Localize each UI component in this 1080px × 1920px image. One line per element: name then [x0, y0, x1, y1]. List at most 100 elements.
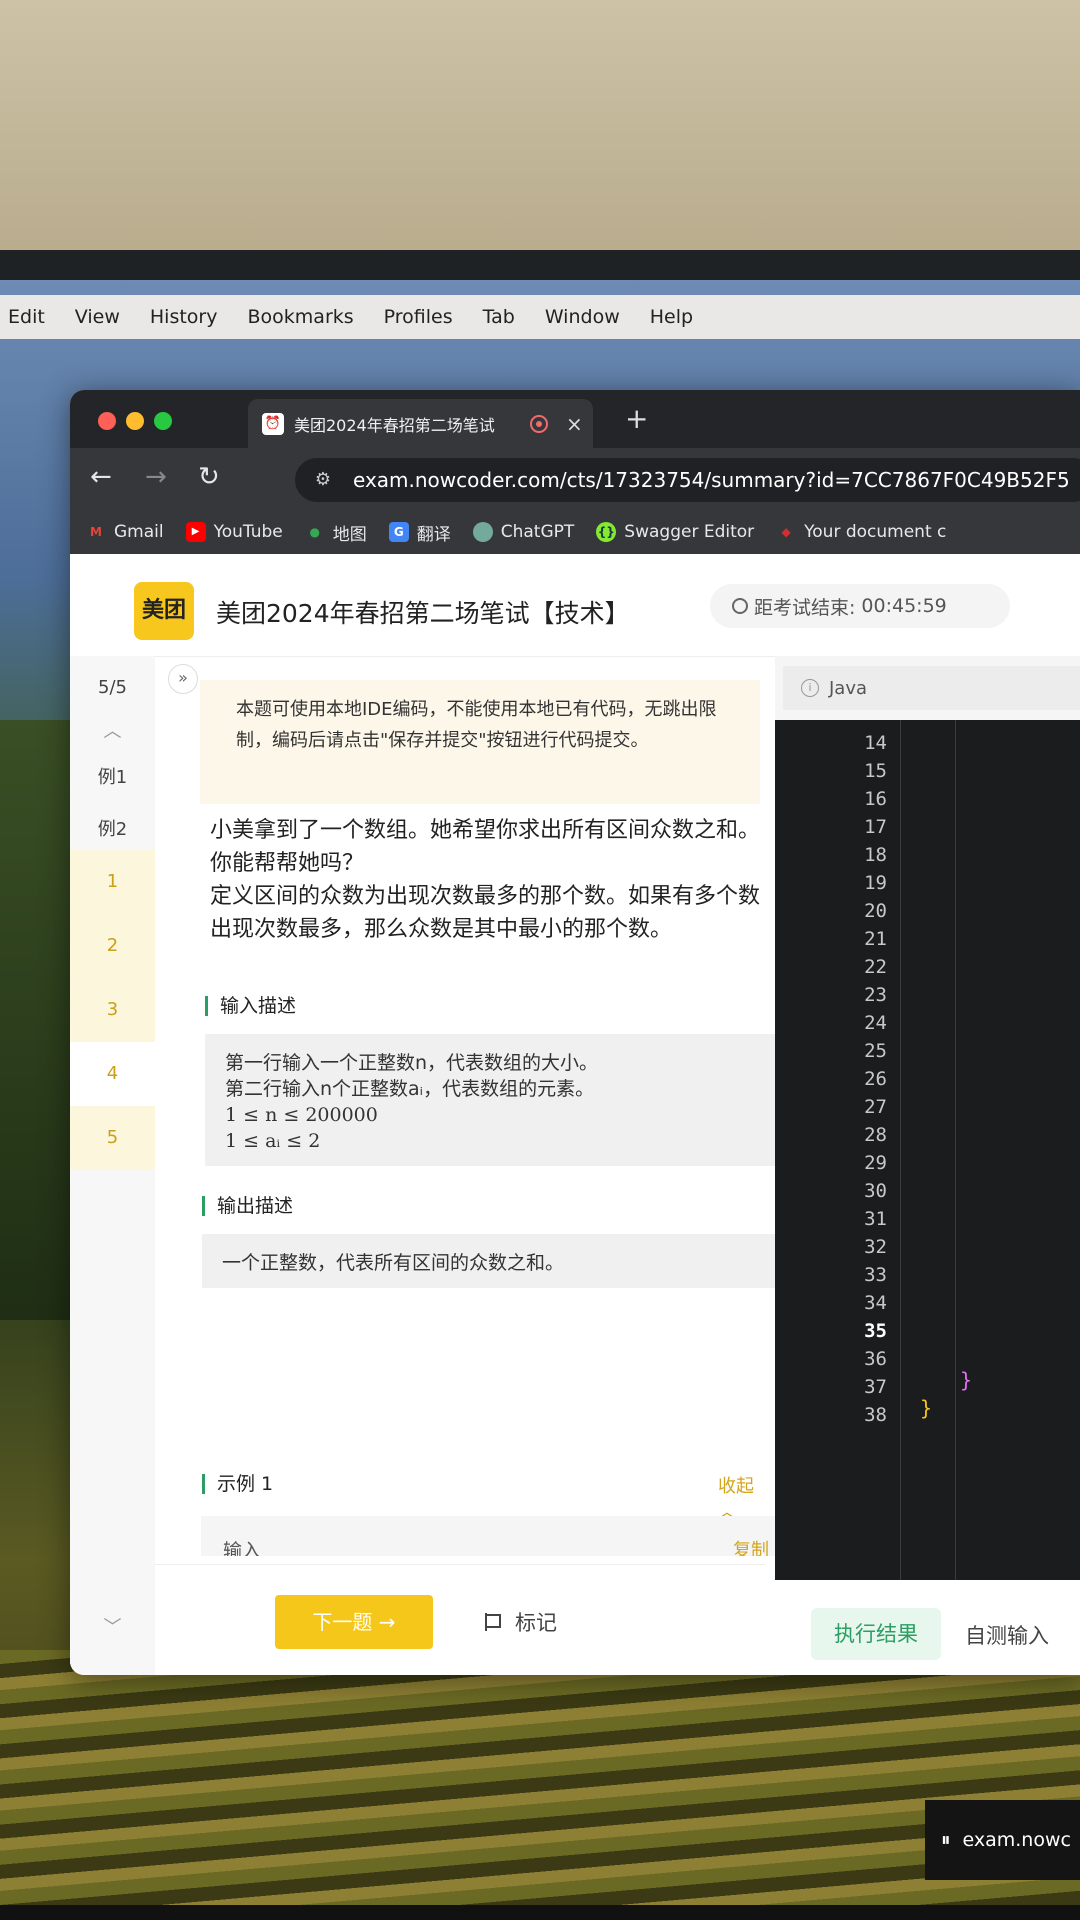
clock-favicon-icon: ⏰ — [262, 412, 284, 435]
chevron-down-icon[interactable]: ﹀ — [70, 1596, 155, 1660]
new-tab-button[interactable]: + — [625, 402, 648, 435]
code-editor-panel: i Java 14 15 16 17 18 19 20 21 22 23 24 25 26 27 28 29 3… — [775, 656, 1080, 1675]
macos-menubar: Edit View History Bookmarks Profiles Tab… — [0, 295, 1080, 339]
gmail-icon: M — [90, 525, 102, 539]
self-test-tab[interactable]: 自测输入 — [965, 1620, 1049, 1650]
translate-icon: G — [388, 522, 409, 542]
chatgpt-icon — [472, 522, 493, 542]
reload-icon[interactable]: ↻ — [198, 462, 220, 492]
language-selector[interactable]: i Java — [783, 666, 1080, 710]
line-number: 14 — [864, 732, 887, 754]
bookmark-gmail[interactable]: M Gmail — [86, 522, 164, 542]
meituan-logo: 美团 — [134, 582, 194, 640]
line-number: 38 — [864, 1404, 887, 1426]
pip-label: exam.nowc — [962, 1829, 1071, 1851]
tab-bar: ⏰ 美团2024年春招第二场笔试 × + — [70, 390, 1080, 448]
menu-history[interactable]: History — [150, 306, 218, 328]
line-number: 18 — [864, 844, 887, 866]
closing-brace: } — [920, 1396, 933, 1420]
bookmark-swagger[interactable]: {} Swagger Editor — [596, 522, 754, 542]
line-number: 30 — [864, 1180, 887, 1202]
screen-share-indicator[interactable]: ⏸ exam.nowc — [925, 1800, 1080, 1880]
tab-close-icon[interactable]: × — [566, 412, 583, 436]
sample-title: 示例 1 — [202, 1474, 273, 1494]
bookmark-label: ChatGPT — [500, 522, 575, 542]
indent-guide — [955, 720, 956, 1580]
line-number: 21 — [864, 928, 887, 950]
bookmark-label: 翻译 — [416, 524, 451, 545]
input-line: 第二行输入n个正整数aᵢ，代表数组的元素。 — [225, 1078, 595, 1100]
bookmark-youtube[interactable]: ▶ YouTube — [185, 522, 283, 542]
line-number: 35 — [864, 1320, 887, 1342]
bookmarks-bar: M Gmail ▶ YouTube ● 地图 G 翻译 ChatGPT {} S… — [70, 510, 1080, 554]
menu-profiles[interactable]: Profiles — [384, 306, 453, 328]
menu-window[interactable]: Window — [545, 306, 620, 328]
close-window-button[interactable] — [98, 412, 116, 430]
exam-page: 美团 美团2024年春招第二场笔试【技术】 距考试结束: 00:45:59 5/… — [70, 554, 1080, 1675]
question-description: 小美拿到了一个数组。她希望你求出所有区间众数之和。你能帮帮她吗？ 定义区间的众数… — [210, 818, 761, 942]
input-line: 1 ≤ aᵢ ≤ 2 — [225, 1130, 321, 1152]
menu-bookmarks[interactable]: Bookmarks — [248, 306, 354, 328]
output-description-title: 输出描述 — [202, 1196, 293, 1216]
input-description-box: 第一行输入一个正整数n，代表数组的大小。 第二行输入n个正整数aᵢ，代表数组的元… — [205, 1034, 775, 1166]
clock-icon — [732, 598, 748, 614]
bookmark-document[interactable]: ◆ Your document c — [776, 522, 947, 542]
copy-button[interactable]: 复制 — [733, 1536, 769, 1556]
back-arrow-icon[interactable]: ← — [90, 462, 112, 492]
countdown-timer: 距考试结束: 00:45:59 — [710, 584, 1010, 628]
flag-icon — [485, 1613, 501, 1631]
bookmark-label: YouTube — [213, 522, 283, 542]
line-number-gutter: 14 15 16 17 18 19 20 21 22 23 24 25 26 27 28 29 30 31 32 33… — [775, 720, 905, 1580]
mark-button[interactable]: 标记 — [485, 1607, 557, 1637]
code-area[interactable]: 14 15 16 17 18 19 20 21 22 23 24 25 26 27 28 29 30 31 32 33… — [775, 720, 1080, 1580]
address-bar[interactable]: ⚙ exam.nowcoder.com/cts/17323754/summary… — [295, 458, 1080, 502]
line-number: 33 — [864, 1264, 887, 1286]
tab-title: 美团2024年春招第二场笔试 — [294, 415, 495, 435]
expand-sidebar-icon[interactable]: » — [168, 664, 198, 694]
browser-toolbar: ← → ↻ ⚙ exam.nowcoder.com/cts/17323754/s… — [70, 448, 1080, 510]
line-number: 17 — [864, 816, 887, 838]
line-number: 22 — [864, 956, 887, 978]
bookmark-label: 地图 — [332, 524, 367, 545]
line-number: 20 — [864, 900, 887, 922]
line-number: 29 — [864, 1152, 887, 1174]
menu-edit[interactable]: Edit — [8, 306, 45, 328]
bookmark-maps[interactable]: ● 地图 — [305, 520, 367, 545]
document-icon: ◆ — [781, 525, 791, 539]
question-content: » 本题可使用本地IDE编码，不能使用本地已有代码，无跳出限制，编码后请点击"保… — [70, 656, 775, 1556]
line-number: 31 — [864, 1208, 887, 1230]
next-question-button[interactable]: 下一题 → — [275, 1595, 433, 1649]
menu-help[interactable]: Help — [650, 306, 693, 328]
timer-value: 00:45:59 — [861, 595, 947, 617]
zoom-window-button[interactable] — [154, 412, 172, 430]
sample-box: 输入 复制 3 — [201, 1516, 775, 1556]
bookmark-translate[interactable]: G 翻译 — [388, 520, 451, 545]
indent-guide — [900, 720, 901, 1580]
line-number: 16 — [864, 788, 887, 810]
menu-tab[interactable]: Tab — [483, 306, 515, 328]
timer-label: 距考试结束: — [754, 596, 856, 619]
input-line: 第一行输入一个正整数n，代表数组的大小。 — [225, 1052, 599, 1074]
minimize-window-button[interactable] — [126, 412, 144, 430]
browser-tab[interactable]: ⏰ 美团2024年春招第二场笔试 × — [248, 399, 593, 448]
menu-view[interactable]: View — [75, 306, 120, 328]
line-number: 28 — [864, 1124, 887, 1146]
browser-window: ⏰ 美团2024年春招第二场笔试 × + ← → ↻ ⚙ exam.nowcod… — [70, 390, 1080, 1675]
run-result-tab[interactable]: 执行结果 — [811, 1608, 941, 1660]
language-label: Java — [829, 677, 868, 699]
background-wall — [0, 0, 1080, 270]
swagger-icon: {} — [596, 522, 617, 542]
input-description-title: 输入描述 — [205, 996, 296, 1016]
wallpaper-field — [0, 1650, 1080, 1920]
mark-label: 标记 — [515, 1611, 557, 1635]
maps-icon: ● — [309, 525, 320, 539]
site-settings-icon[interactable]: ⚙ — [307, 464, 339, 496]
line-number: 32 — [864, 1236, 887, 1258]
notice-box: 本题可使用本地IDE编码，不能使用本地已有代码，无跳出限制，编码后请点击"保存并… — [200, 680, 760, 804]
url-text: exam.nowcoder.com/cts/17323754/summary?i… — [353, 468, 1070, 492]
output-description-box: 一个正整数，代表所有区间的众数之和。 — [202, 1234, 775, 1288]
bookmark-chatgpt[interactable]: ChatGPT — [472, 522, 575, 542]
line-number: 25 — [864, 1040, 887, 1062]
forward-arrow-icon[interactable]: → — [145, 462, 167, 492]
line-number: 23 — [864, 984, 887, 1006]
